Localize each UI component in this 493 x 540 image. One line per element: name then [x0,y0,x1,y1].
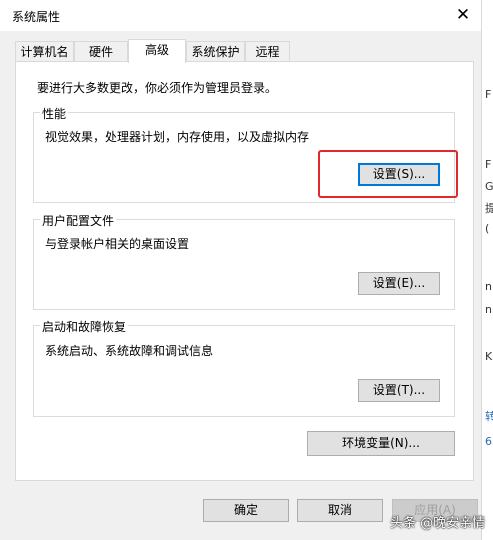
background-text: ( [485,222,490,235]
advanced-tab-panel: 要进行大多数更改，你必须作为管理员登录。 性能 视觉效果，处理器计划，内存使用，… [15,61,474,481]
startup-recovery-description: 系统启动、系统故障和调试信息 [45,344,214,358]
user-profiles-description: 与登录帐户相关的桌面设置 [45,237,190,251]
tab-remote[interactable]: 远程 [245,41,290,61]
background-text: F [485,88,492,101]
cancel-button[interactable]: 取消 [297,499,383,522]
watermark: 头条 @晚安亲情 [390,516,486,531]
background-text: G [485,180,493,193]
background-text: 6 [485,435,492,448]
background-text: 提 [485,202,493,215]
background-text: n [485,280,492,293]
tab-computer-name[interactable]: 计算机名 [15,41,74,61]
system-properties-dialog: 系统属性 ✕ 计算机名 硬件 高级 系统保护 远程 要进行大多数更改，你必须作为… [0,0,481,540]
admin-notice: 要进行大多数更改，你必须作为管理员登录。 [37,81,278,95]
user-profiles-settings-button[interactable]: 设置(E)... [358,272,440,295]
close-icon[interactable]: ✕ [445,0,481,31]
startup-recovery-group: 启动和故障恢复 系统启动、系统故障和调试信息 设置(T)... [33,318,455,417]
tab-hardware[interactable]: 硬件 [74,41,128,61]
user-profiles-label: 用户配置文件 [40,212,117,229]
tab-advanced[interactable]: 高级 [128,39,186,63]
tab-system-protection[interactable]: 系统保护 [186,41,245,61]
environment-variables-button[interactable]: 环境变量(N)... [307,431,455,456]
window-title: 系统属性 [12,10,61,24]
ok-button[interactable]: 确定 [203,499,289,522]
background-text: n [485,303,492,316]
performance-description: 视觉效果，处理器计划，内存使用，以及虚拟内存 [45,130,310,144]
performance-label: 性能 [40,105,69,122]
highlight-box [318,150,458,198]
background-window: F F G 提 ( n n K 转 6 [481,0,493,540]
title-bar[interactable]: 系统属性 ✕ [0,0,481,31]
startup-recovery-settings-button[interactable]: 设置(T)... [358,379,440,402]
background-text: F [485,158,492,171]
startup-recovery-label: 启动和故障恢复 [40,318,129,335]
background-text: K [485,350,493,363]
user-profiles-group: 用户配置文件 与登录帐户相关的桌面设置 设置(E)... [33,212,455,310]
background-text: 转 [485,410,493,423]
